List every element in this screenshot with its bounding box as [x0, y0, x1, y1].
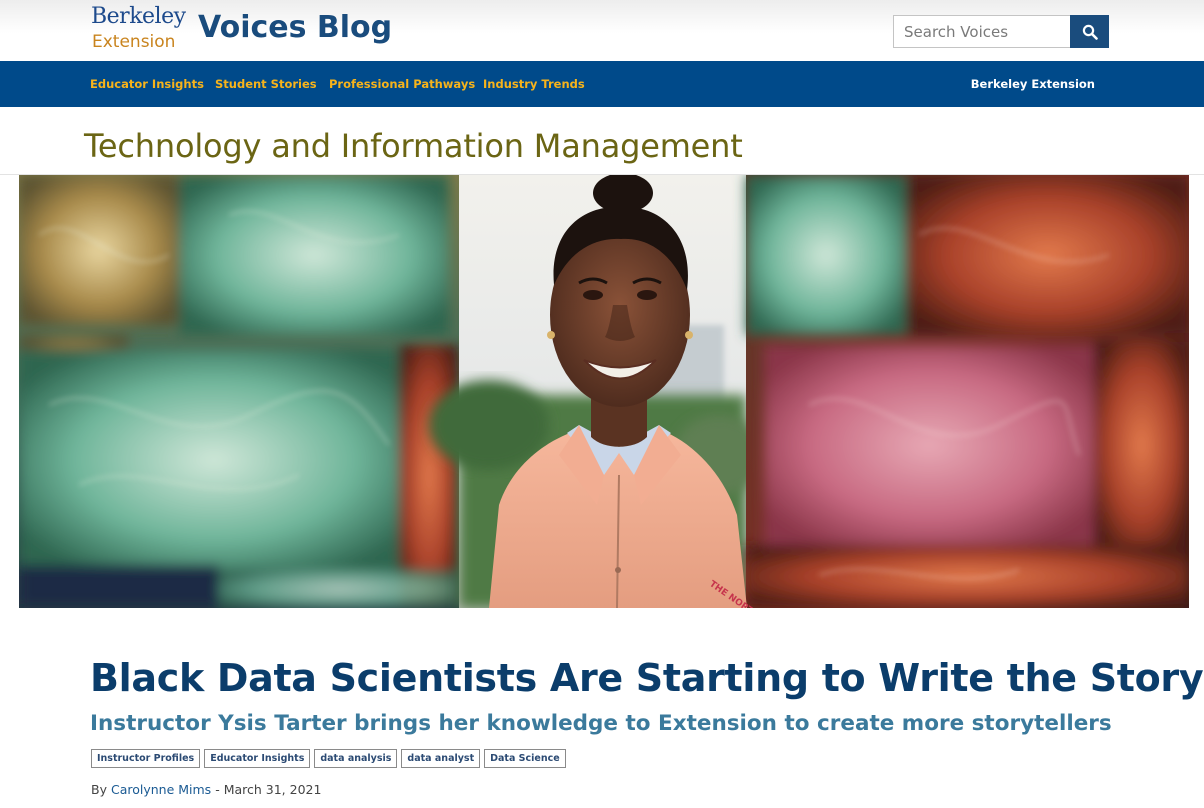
nav-link-berkeley-extension[interactable]: Berkeley Extension — [971, 61, 1095, 107]
article-subtitle: Instructor Ysis Tarter brings her knowle… — [90, 711, 1112, 736]
hero-illustration: THE NORTH FACE — [19, 175, 1189, 608]
logo-line-berkeley: Berkeley — [91, 4, 186, 29]
tag-instructor-profiles[interactable]: Instructor Profiles — [91, 749, 201, 768]
search-icon — [1082, 24, 1098, 40]
nav-item-professional-pathways[interactable]: Professional Pathways — [329, 61, 475, 107]
hero-image: THE NORTH FACE — [19, 175, 1189, 608]
author-link[interactable]: Carolynne Mims — [111, 782, 211, 797]
nav-item-educator-insights[interactable]: Educator Insights — [90, 61, 204, 107]
article-title: Black Data Scientists Are Starting to Wr… — [90, 656, 1204, 700]
site-title[interactable]: Voices Blog — [198, 10, 392, 46]
nav-item-industry-trends[interactable]: Industry Trends — [483, 61, 585, 107]
berkeley-extension-logo[interactable]: Berkeley Extension — [91, 4, 186, 54]
logo-line-extension: Extension — [92, 32, 176, 52]
byline-separator: - — [215, 782, 220, 797]
tag-data-analysis[interactable]: data analysis — [314, 749, 398, 768]
tag-data-analyst[interactable]: data analyst — [401, 749, 481, 768]
search-button[interactable] — [1070, 15, 1109, 48]
search-input[interactable] — [893, 15, 1071, 48]
category-heading: Technology and Information Management — [84, 127, 743, 165]
publish-date: March 31, 2021 — [223, 782, 322, 797]
tag-educator-insights[interactable]: Educator Insights — [204, 749, 311, 768]
nav-item-student-stories[interactable]: Student Stories — [215, 61, 317, 107]
byline-prefix: By — [91, 782, 107, 797]
tag-list: Instructor Profiles Educator Insights da… — [91, 749, 566, 768]
byline: By Carolynne Mims - March 31, 2021 — [91, 780, 321, 800]
site-header: Berkeley Extension Voices Blog — [0, 0, 1204, 61]
main-nav: Educator Insights Student Stories Profes… — [0, 61, 1204, 107]
tag-data-science[interactable]: Data Science — [484, 749, 566, 768]
